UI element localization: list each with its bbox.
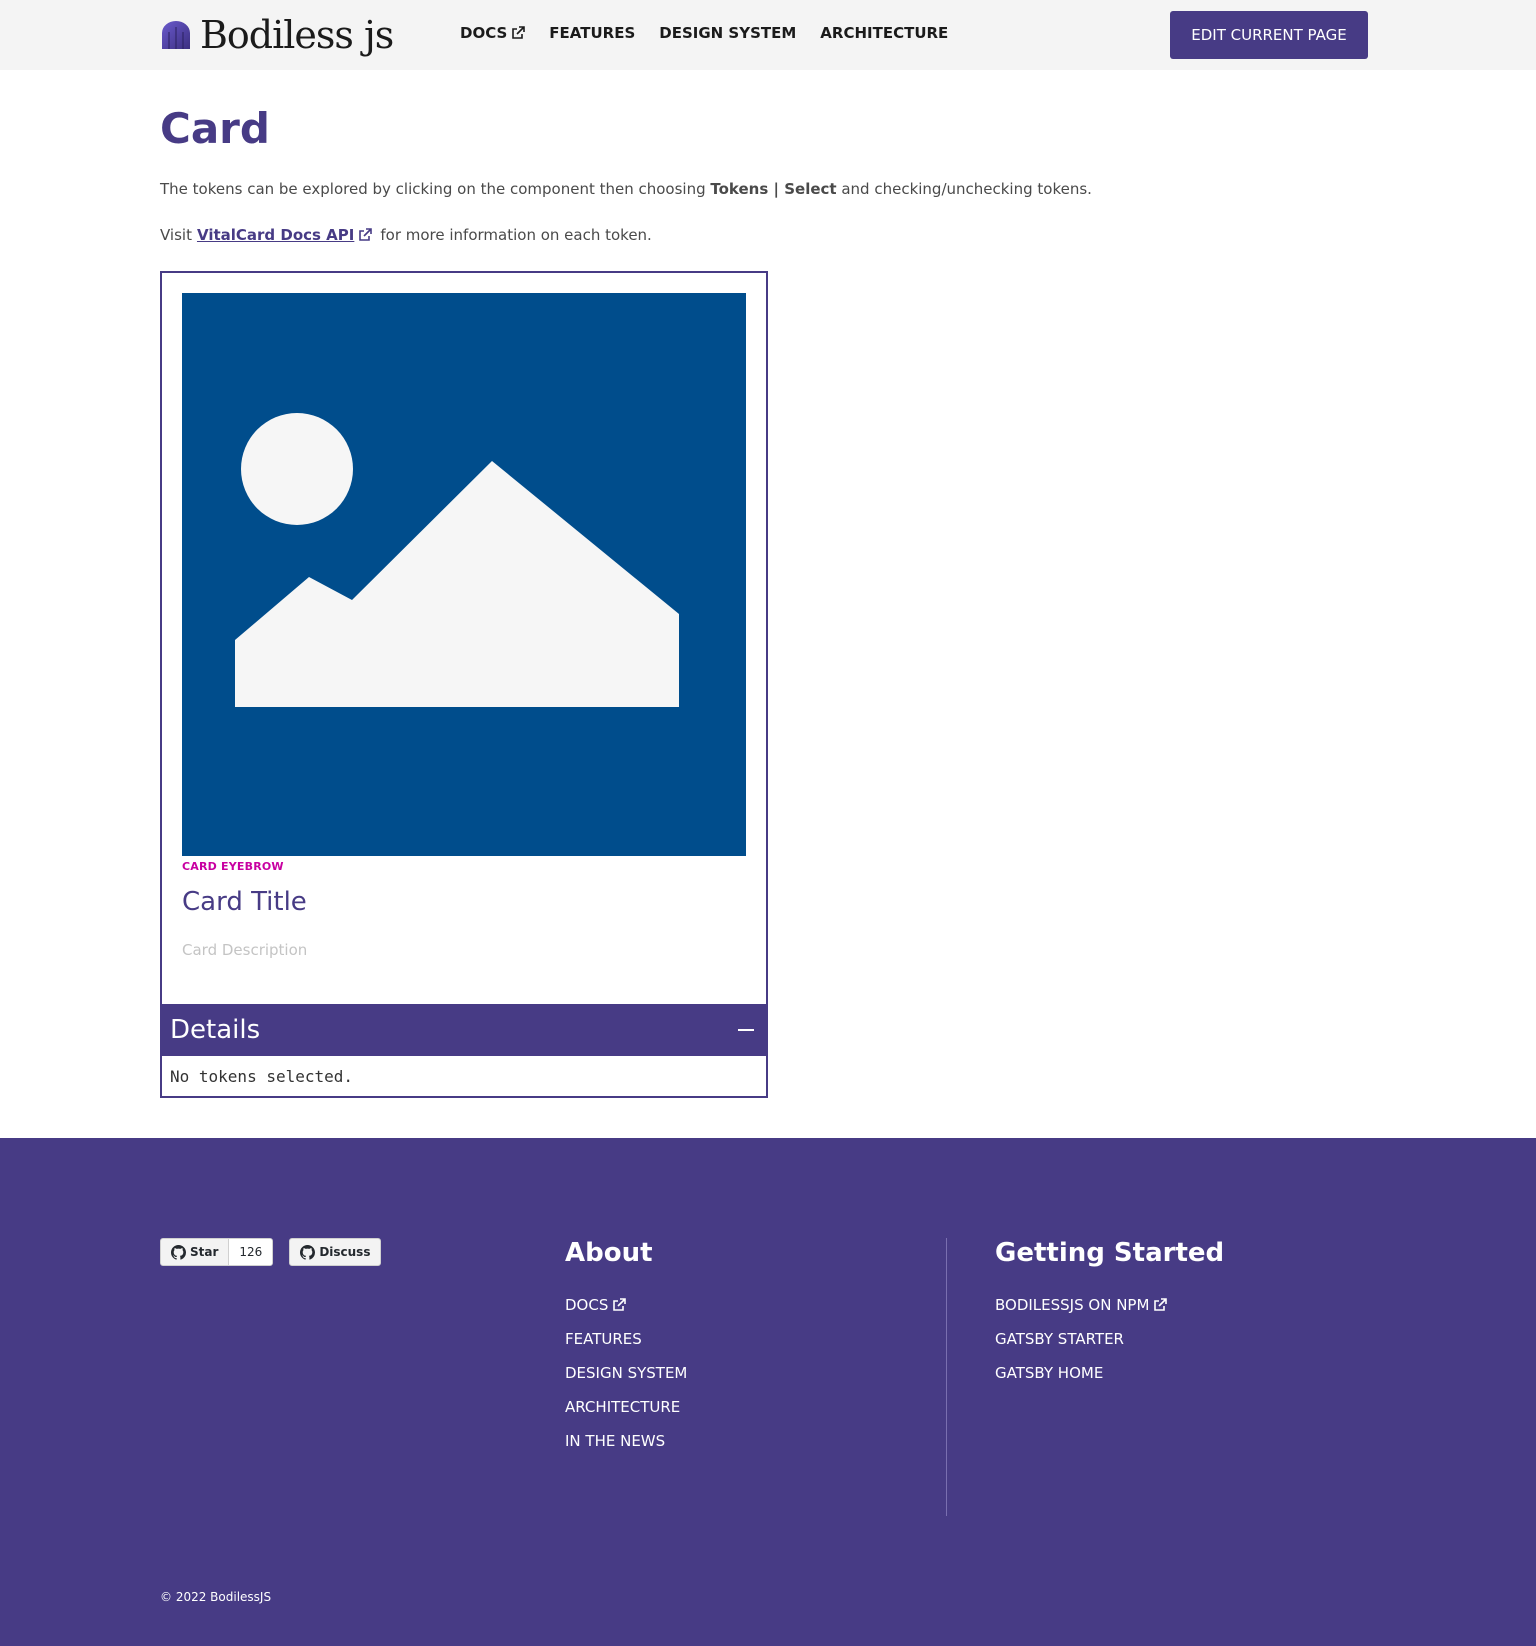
site-logo[interactable]: Bodiless js (160, 13, 394, 57)
nav-docs-label: DOCS (460, 24, 508, 42)
card-title: Card Title (182, 887, 307, 917)
card-description: Card Description (182, 941, 308, 959)
nav-design-system-label: DESIGN SYSTEM (659, 24, 797, 42)
intro-after: and checking/unchecking tokens. (836, 180, 1092, 198)
footer-link-features[interactable]: FEATURES (565, 1322, 687, 1356)
external-link-icon (512, 26, 526, 39)
edit-current-page-button[interactable]: EDIT CURRENT PAGE (1170, 11, 1368, 59)
visit-prefix: Visit (160, 226, 192, 244)
getting-started-heading: Getting Started (995, 1238, 1225, 1268)
nav-features[interactable]: FEATURES (549, 24, 635, 42)
card-eyebrow: CARD EYEBROW (182, 860, 284, 873)
intro-text: The tokens can be explored by clicking o… (160, 180, 1092, 198)
footer-link-architecture[interactable]: ARCHITECTURE (565, 1390, 687, 1424)
github-icon (300, 1244, 316, 1260)
footer-link-design-system[interactable]: DESIGN SYSTEM (565, 1356, 687, 1390)
github-star-count[interactable]: 126 (228, 1239, 273, 1265)
github-discuss-button[interactable]: Discuss (289, 1238, 382, 1266)
footer-link-gatsby-starter[interactable]: GATSBY STARTER (995, 1322, 1167, 1356)
intro-bold: Tokens | Select (710, 180, 837, 198)
details-accordion-header[interactable]: Details (162, 1004, 766, 1056)
nav-architecture-label: ARCHITECTURE (820, 24, 949, 42)
footer-link-in-the-news[interactable]: IN THE NEWS (565, 1424, 687, 1458)
main-nav: DOCS FEATURES DESIGN SYSTEM ARCHITECTURE (460, 24, 972, 42)
nav-features-label: FEATURES (549, 24, 636, 42)
github-star-part: Star (161, 1239, 228, 1265)
external-link-icon (1154, 1298, 1168, 1311)
nav-docs[interactable]: DOCS (460, 24, 526, 42)
copyright: © 2022 BodilessJS (160, 1590, 272, 1604)
vitalcard-docs-link[interactable]: VitalCard Docs API (197, 226, 354, 244)
github-icon (171, 1244, 186, 1260)
image-placeholder-icon (182, 293, 746, 856)
visit-text: Visit VitalCard Docs API for more inform… (160, 226, 652, 244)
footer-divider (946, 1238, 947, 1516)
card-image[interactable] (182, 293, 746, 856)
nav-design-system[interactable]: DESIGN SYSTEM (659, 24, 796, 42)
tokens-status: No tokens selected. (170, 1067, 354, 1086)
site-header: Bodiless js DOCS FEATURES DESIGN SYSTEM … (0, 0, 1536, 70)
about-heading: About (565, 1238, 653, 1268)
site-footer: Star 126 Discuss About DOCS FEATURES DES… (0, 1138, 1536, 1646)
nav-architecture[interactable]: ARCHITECTURE (820, 24, 948, 42)
footer-link-npm[interactable]: BODILESSJS ON NPM (995, 1288, 1168, 1322)
about-links: DOCS FEATURES DESIGN SYSTEM ARCHITECTURE… (565, 1288, 687, 1458)
page-title: Card (160, 104, 270, 153)
intro-before: The tokens can be explored by clicking o… (160, 180, 711, 198)
github-star-label: Star (190, 1245, 219, 1259)
card-demo[interactable]: CARD EYEBROW Card Title Card Description… (160, 271, 768, 1098)
github-badges: Star 126 Discuss (160, 1238, 397, 1266)
logo-text: Bodiless js (200, 13, 394, 57)
github-star-button[interactable]: Star 126 (160, 1238, 274, 1266)
getting-started-links: BODILESSJS ON NPM GATSBY STARTER GATSBY … (995, 1288, 1168, 1390)
bodiless-logo-icon (162, 21, 190, 49)
footer-link-npm-label: BODILESSJS ON NPM (995, 1296, 1150, 1314)
external-link-icon (613, 1298, 627, 1311)
collapse-minus-icon[interactable] (738, 1029, 754, 1031)
github-discuss-part: Discuss (290, 1239, 380, 1265)
footer-link-gatsby-home[interactable]: GATSBY HOME (995, 1356, 1167, 1390)
visit-suffix: for more information on each token. (380, 226, 652, 244)
details-title: Details (170, 1015, 261, 1045)
footer-link-docs[interactable]: DOCS (565, 1288, 687, 1322)
footer-link-docs-label: DOCS (565, 1296, 609, 1314)
github-discuss-label: Discuss (319, 1245, 371, 1259)
external-link-icon (359, 228, 373, 241)
